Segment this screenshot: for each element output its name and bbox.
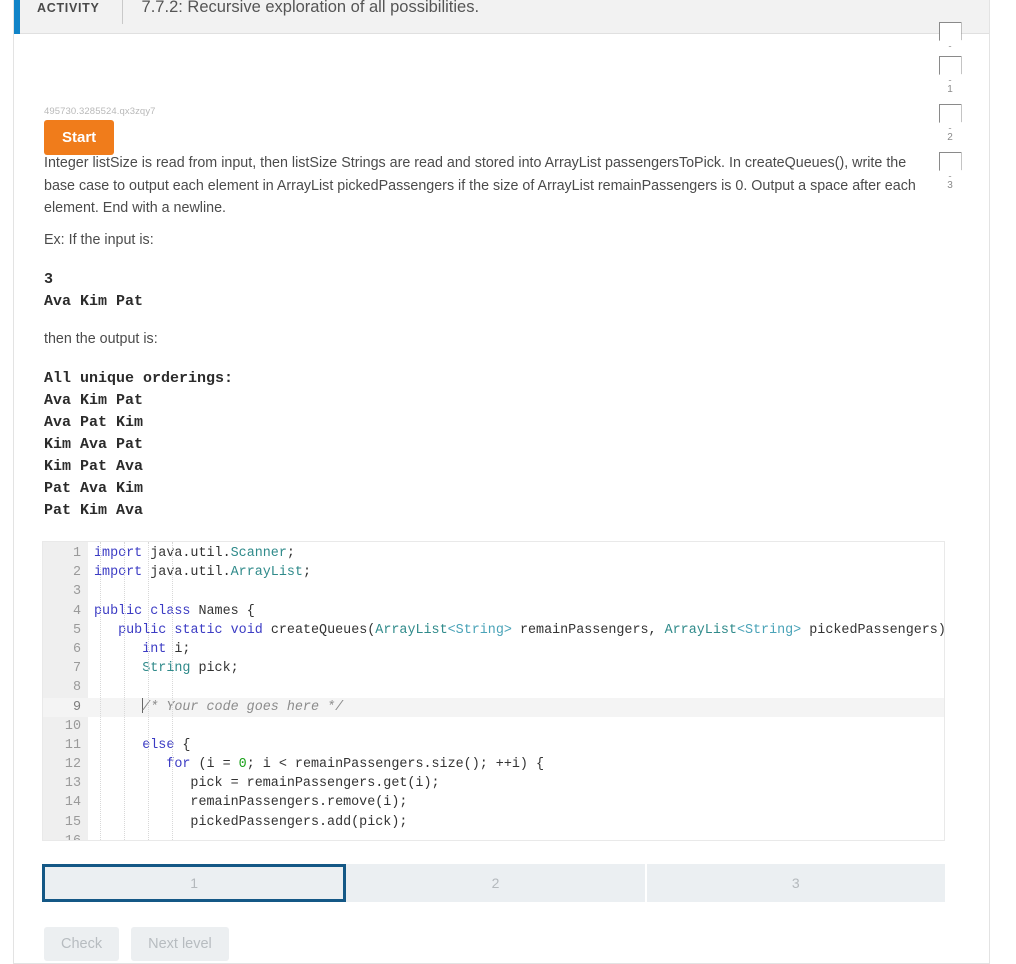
code-line-text[interactable]: import java.util.ArrayList; — [88, 563, 311, 582]
code-line[interactable]: 16 — [43, 832, 944, 840]
level-ribbon-1[interactable]: 1 — [938, 56, 962, 95]
code-line[interactable]: 12 for (i = 0; i < remainPassengers.size… — [43, 755, 944, 774]
level-ribbon-label: 2 — [947, 132, 953, 143]
next-level-button[interactable]: Next level — [131, 927, 229, 961]
level-ribbon-label: 1 — [947, 84, 953, 95]
page-title: 7.7.2: Recursive exploration of all poss… — [141, 0, 480, 16]
level-tab-2[interactable]: 2 — [346, 864, 647, 902]
line-number: 14 — [64, 795, 81, 811]
code-line-text[interactable]: public static void createQueues(ArrayLis… — [88, 621, 944, 640]
code-line[interactable]: 3 — [43, 582, 944, 601]
line-number: 12 — [64, 757, 81, 773]
code-line-text[interactable]: String pick; — [88, 659, 238, 678]
example-input: 3 Ava Kim Pat — [44, 271, 144, 310]
example-output: All unique orderings: Ava Kim Pat Ava Pa… — [44, 370, 234, 519]
header-divider — [121, 0, 123, 24]
level-ribbon-label: 3 — [947, 180, 953, 191]
code-line[interactable]: 14 remainPassengers.remove(i); — [43, 793, 944, 812]
code-line-text[interactable]: import java.util.Scanner; — [88, 544, 295, 563]
code-line[interactable]: 7 String pick; — [43, 659, 944, 678]
line-number: 15 — [64, 814, 81, 830]
example-output-intro: then the output is: — [44, 331, 158, 347]
line-number: 4 — [72, 603, 81, 619]
check-button[interactable]: Check — [44, 927, 120, 961]
ribbon-icon — [938, 152, 962, 177]
level-tab-3[interactable]: 3 — [646, 864, 945, 902]
line-number: 7 — [72, 661, 81, 677]
code-line[interactable]: 2 import java.util.ArrayList; — [43, 563, 944, 582]
line-number: 2 — [72, 565, 81, 581]
progress-id: 495730.3285524.qx3zqy7 — [44, 106, 156, 117]
activity-header: ACTIVITY 7.7.2: Recursive exploration of… — [14, 0, 989, 34]
activity-card: ACTIVITY 7.7.2: Recursive exploration of… — [13, 0, 990, 964]
line-number: 8 — [72, 680, 81, 696]
action-bar: Check Next level — [44, 927, 229, 961]
code-editor[interactable]: 1 import java.util.Scanner; 2 import java.u… — [42, 541, 945, 841]
code-line-text[interactable] — [88, 582, 94, 601]
example-intro: Ex: If the input is: — [44, 232, 154, 248]
code-line-text[interactable]: pickedPassengers.add(pick); — [88, 813, 407, 832]
ribbon-icon — [938, 56, 962, 81]
code-line-text[interactable] — [88, 678, 94, 697]
activity-label: ACTIVITY — [37, 0, 100, 15]
code-line-text[interactable] — [88, 832, 94, 840]
level-ribbon-3[interactable]: 3 — [938, 152, 962, 191]
code-line[interactable]: 10 — [43, 717, 944, 736]
level-progress-rail: 1 2 3 — [924, 22, 976, 200]
code-line[interactable]: 5 public static void createQueues(ArrayL… — [43, 621, 944, 640]
code-line-text[interactable]: int i; — [88, 640, 190, 659]
line-number: 13 — [64, 776, 81, 792]
problem-prompt: Integer listSize is read from input, the… — [44, 155, 916, 216]
line-number: 5 — [72, 622, 81, 638]
code-line[interactable]: 11 else { — [43, 736, 944, 755]
level-tab-1[interactable]: 1 — [42, 864, 347, 902]
code-line-text[interactable] — [88, 717, 94, 736]
header-accent-bar — [14, 0, 20, 34]
code-line[interactable]: 8 — [43, 678, 944, 697]
line-number: 11 — [64, 737, 81, 753]
line-number: 16 — [43, 832, 88, 840]
level-ribbon-0[interactable] — [938, 22, 962, 47]
start-button[interactable]: Start — [44, 120, 115, 155]
line-number: 10 — [64, 718, 81, 734]
code-line[interactable]: 13 pick = remainPassengers.get(i); — [43, 774, 944, 793]
code-lines[interactable]: 1 import java.util.Scanner; 2 import java.u… — [43, 544, 944, 840]
ribbon-icon — [938, 104, 962, 129]
code-line[interactable]: 15 pickedPassengers.add(pick); — [43, 813, 944, 832]
code-line[interactable]: 1 import java.util.Scanner; — [43, 544, 944, 563]
code-line-text[interactable]: /* Your code goes here */ — [88, 697, 343, 717]
level-ribbon-2[interactable]: 2 — [938, 104, 962, 143]
code-line-text[interactable]: public class Names { — [88, 602, 255, 621]
level-tabs: 1 2 3 — [42, 864, 945, 902]
ribbon-icon — [938, 22, 962, 47]
code-line-text[interactable]: else { — [88, 736, 190, 755]
code-line[interactable]: 4 public class Names { — [43, 602, 944, 621]
code-line-text[interactable]: for (i = 0; i < remainPassengers.size();… — [88, 755, 544, 774]
code-line[interactable]: 6 int i; — [43, 640, 944, 659]
line-number: 3 — [72, 584, 81, 600]
code-line-text[interactable]: pick = remainPassengers.get(i); — [88, 774, 439, 793]
code-line[interactable]: 9 /* Your code goes here */ — [43, 697, 944, 717]
line-number: 9 — [72, 699, 81, 715]
code-line-text[interactable]: remainPassengers.remove(i); — [88, 793, 407, 812]
line-number: 1 — [72, 546, 81, 561]
line-number: 6 — [72, 641, 81, 657]
